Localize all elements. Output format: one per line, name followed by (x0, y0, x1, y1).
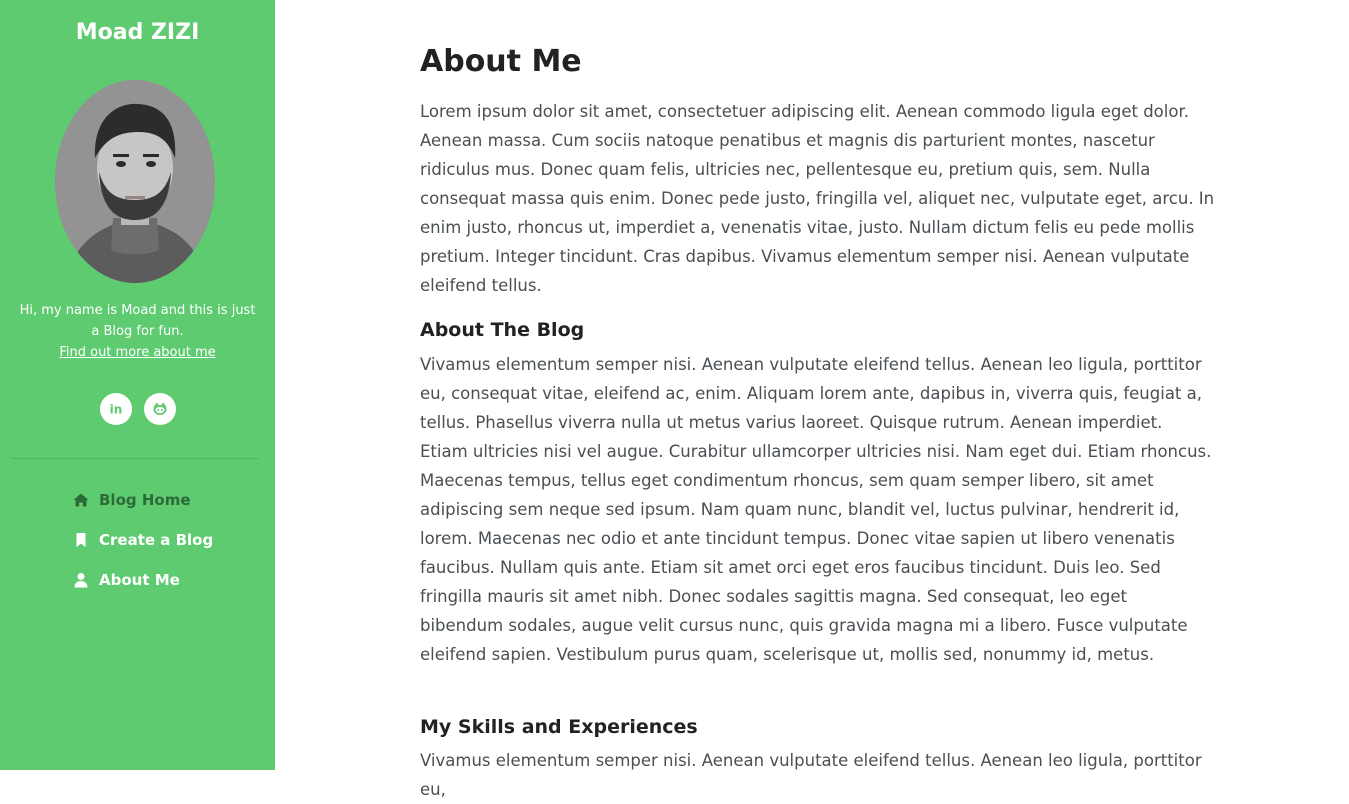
bookmark-icon (72, 531, 90, 549)
intro-paragraph: Lorem ipsum dolor sit amet, consectetuer… (420, 102, 1215, 295)
linkedin-button[interactable]: in (99, 393, 132, 425)
nav-item-blog-home[interactable]: Blog Home (72, 480, 213, 520)
nav-item-create-blog[interactable]: Create a Blog (72, 520, 213, 560)
nav-item-label: Blog Home (99, 491, 191, 509)
linkedin-icon: in (108, 401, 124, 417)
bio-text: Hi, my name is Moad and this is just a B… (19, 303, 256, 339)
user-icon (72, 571, 90, 589)
avatar (55, 80, 215, 283)
svg-text:in: in (109, 403, 122, 417)
page-title: About Me (420, 44, 582, 79)
sidebar: Moad ZIZI Hi, my name is Moad and this i… (0, 0, 275, 770)
section-body-skills: Vivamus elementum semper nisi. Aenean vu… (420, 751, 1202, 799)
site-title[interactable]: Moad ZIZI (0, 20, 275, 45)
nav-item-about-me[interactable]: About Me (72, 560, 213, 600)
nav-item-label: Create a Blog (99, 531, 214, 549)
bio: Hi, my name is Moad and this is just a B… (14, 300, 261, 363)
section-body-about-blog: Vivamus elementum semper nisi. Aenean vu… (420, 355, 1212, 664)
github-button[interactable] (143, 393, 176, 425)
nav-item-label: About Me (99, 571, 180, 589)
section-heading-about-blog: About The Blog (420, 319, 585, 341)
sidebar-divider (11, 458, 259, 459)
sidebar-nav: Blog Home Create a Blog About Me (72, 480, 213, 600)
github-icon (152, 401, 168, 417)
section-heading-skills: My Skills and Experiences (420, 716, 698, 738)
about-me-link[interactable]: Find out more about me (59, 342, 215, 363)
social-links: in (0, 393, 275, 425)
home-icon (72, 491, 90, 509)
